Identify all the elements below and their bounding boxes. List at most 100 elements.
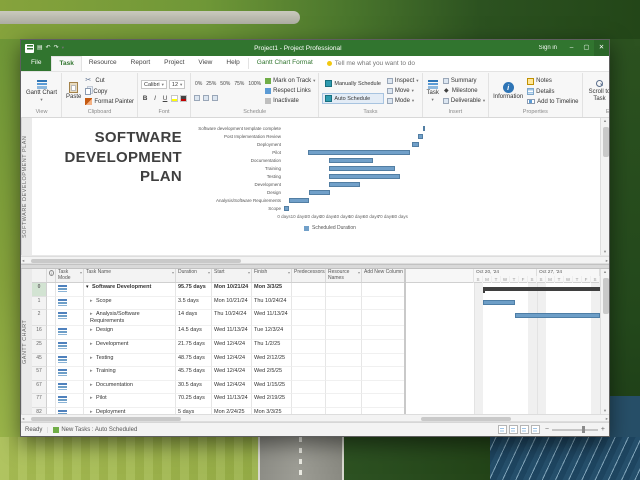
task-name-cell[interactable]: ▾Software Development xyxy=(84,283,176,297)
task-name-cell[interactable]: ▸Training xyxy=(84,367,176,381)
new-tasks-mode-button[interactable]: New Tasks : Auto Scheduled xyxy=(47,427,137,433)
finish-cell[interactable]: Tue 12/3/24 xyxy=(252,326,292,340)
tab-view[interactable]: View xyxy=(191,56,219,71)
gantt-task-bar[interactable] xyxy=(515,313,601,319)
report-vertical-scrollbar[interactable]: ▴ ▾ xyxy=(600,118,609,255)
mark-on-track-button[interactable]: Mark on Track▾ xyxy=(265,78,315,84)
finish-cell[interactable]: Wed 2/5/25 xyxy=(252,367,292,381)
tab-report[interactable]: Report xyxy=(124,56,158,71)
deliverable-button[interactable]: Deliverable▾ xyxy=(443,98,485,104)
start-cell[interactable]: Wed 12/4/24 xyxy=(212,354,252,368)
add_new_column-cell[interactable] xyxy=(362,381,404,395)
milestone-button[interactable]: ◆Milestone xyxy=(443,88,485,95)
tab-project[interactable]: Project xyxy=(157,56,191,71)
add_new_column-cell[interactable] xyxy=(362,367,404,381)
view-team-planner-button[interactable] xyxy=(520,425,529,434)
scrollbar-thumb[interactable] xyxy=(421,417,511,421)
format-painter-button[interactable]: Format Painter xyxy=(85,98,134,105)
duration-cell[interactable]: 70.25 days xyxy=(176,394,212,408)
scroll-left-icon[interactable]: ◂ xyxy=(22,257,24,264)
auto-schedule-button[interactable]: Auto Schedule xyxy=(322,93,383,104)
gantt-horizontal-scrollbar[interactable]: ◂ ▸ xyxy=(21,414,609,422)
table-row[interactable]: 67▸Documentation30.5 daysWed 12/4/24Wed … xyxy=(32,381,404,395)
gantt-chart-button[interactable]: Gantt Chart ▾ xyxy=(25,74,58,108)
row-id[interactable]: 45 xyxy=(32,354,47,368)
start-cell[interactable]: Mon 10/21/24 xyxy=(212,283,252,297)
resource_names-cell[interactable] xyxy=(326,283,362,297)
start-cell[interactable]: Wed 11/13/24 xyxy=(212,394,252,408)
resource_names-cell[interactable] xyxy=(326,354,362,368)
respect-links-button[interactable]: Respect Links xyxy=(265,88,315,94)
row-id[interactable]: 2 xyxy=(32,310,47,326)
close-icon[interactable]: ✕ xyxy=(594,40,609,56)
add_new_column-cell[interactable] xyxy=(362,340,404,354)
table-row[interactable]: 16▸Design14.5 daysWed 11/13/24Tue 12/3/2… xyxy=(32,326,404,340)
finish-cell[interactable]: Wed 2/12/25 xyxy=(252,354,292,368)
insert-task-button[interactable]: Task ▾ xyxy=(426,74,440,108)
row-id[interactable]: 77 xyxy=(32,394,47,408)
task-mode-cell[interactable] xyxy=(56,283,84,297)
tab-task[interactable]: Task xyxy=(51,56,81,71)
scroll-up-icon[interactable]: ▴ xyxy=(601,269,609,275)
predecessors-cell[interactable] xyxy=(292,354,326,368)
link-tasks-icon[interactable] xyxy=(194,95,200,101)
finish-cell[interactable]: Mon 3/3/25 xyxy=(252,283,292,297)
undo-icon[interactable]: ↶ xyxy=(46,40,51,56)
table-row[interactable]: 77▸Pilot70.25 daysWed 11/13/24Wed 2/19/2… xyxy=(32,394,404,408)
redo-icon[interactable]: ↷ xyxy=(54,40,59,56)
tell-me-box[interactable]: Tell me what you want to do xyxy=(327,56,415,71)
copy-button[interactable]: Copy xyxy=(85,88,134,95)
add_new_column-cell[interactable] xyxy=(362,297,404,311)
table-row[interactable]: 45▸Testing48.75 daysWed 12/4/24Wed 2/12/… xyxy=(32,354,404,368)
resource_names-cell[interactable] xyxy=(326,340,362,354)
column-header-task_name[interactable]: Task Name▾ xyxy=(84,269,176,282)
column-header-task_mode[interactable]: Task Mode▾ xyxy=(56,269,84,282)
start-cell[interactable]: Mon 10/21/24 xyxy=(212,297,252,311)
column-header-resource_names[interactable]: Resource Names▾ xyxy=(326,269,362,282)
mode-button[interactable]: Mode▾ xyxy=(387,98,419,104)
cut-button[interactable]: ✂Cut xyxy=(85,77,134,85)
highlight-color-button[interactable] xyxy=(171,95,178,102)
duration-cell[interactable]: 14 days xyxy=(176,310,212,326)
task-name-cell[interactable]: ▸Documentation xyxy=(84,381,176,395)
add_new_column-cell[interactable] xyxy=(362,354,404,368)
view-task-usage-button[interactable] xyxy=(509,425,518,434)
finish-cell[interactable]: Wed 1/15/25 xyxy=(252,381,292,395)
row-id[interactable]: 1 xyxy=(32,297,47,311)
resource_names-cell[interactable] xyxy=(326,326,362,340)
column-header-duration[interactable]: Duration▾ xyxy=(176,269,212,282)
duration-cell[interactable]: 14.5 days xyxy=(176,326,212,340)
scroll-right-icon[interactable]: ▸ xyxy=(606,257,608,264)
paste-button[interactable]: Paste xyxy=(65,74,82,108)
start-cell[interactable]: Thu 10/24/24 xyxy=(212,310,252,326)
row-id[interactable]: 67 xyxy=(32,381,47,395)
duration-cell[interactable]: 95.75 days xyxy=(176,283,212,297)
percent-75-button[interactable]: 75% xyxy=(233,81,245,87)
scroll-to-task-button[interactable]: Scroll to Task xyxy=(586,74,609,108)
inactivate-button[interactable]: Inactivate xyxy=(265,98,315,104)
task-mode-cell[interactable] xyxy=(56,297,84,311)
minimize-icon[interactable]: – xyxy=(564,40,579,56)
gantt-summary-bar[interactable] xyxy=(483,287,600,291)
font-color-button[interactable] xyxy=(180,95,187,102)
manually-schedule-button[interactable]: Manually Schedule xyxy=(322,78,383,89)
duration-cell[interactable]: 48.75 days xyxy=(176,354,212,368)
table-row[interactable]: 1▸Scope3.5 daysMon 10/21/24Thu 10/24/24 xyxy=(32,297,404,311)
start-cell[interactable]: Wed 11/13/24 xyxy=(212,326,252,340)
duration-cell[interactable]: 3.5 days xyxy=(176,297,212,311)
task-name-cell[interactable]: ▸Pilot xyxy=(84,394,176,408)
percent-25-button[interactable]: 25% xyxy=(205,81,217,87)
zoom-slider[interactable] xyxy=(552,429,598,431)
task-mode-cell[interactable] xyxy=(56,381,84,395)
start-cell[interactable]: Wed 12/4/24 xyxy=(212,381,252,395)
table-row[interactable]: 2 ▸Analysis/Software Requirements14 daysT… xyxy=(32,310,404,326)
task-name-cell[interactable]: ▸Development xyxy=(84,340,176,354)
finish-cell[interactable]: Wed 11/13/24 xyxy=(252,310,292,326)
finish-cell[interactable]: Thu 10/24/24 xyxy=(252,297,292,311)
scrollbar-thumb[interactable] xyxy=(603,127,609,157)
predecessors-cell[interactable] xyxy=(292,326,326,340)
tab-gantt-chart-format[interactable]: Gantt Chart Format xyxy=(250,56,320,71)
scroll-right-icon[interactable]: ▸ xyxy=(606,415,608,422)
resource_names-cell[interactable] xyxy=(326,310,362,326)
task-name-cell[interactable]: ▸Analysis/Software Requirements xyxy=(84,310,176,326)
